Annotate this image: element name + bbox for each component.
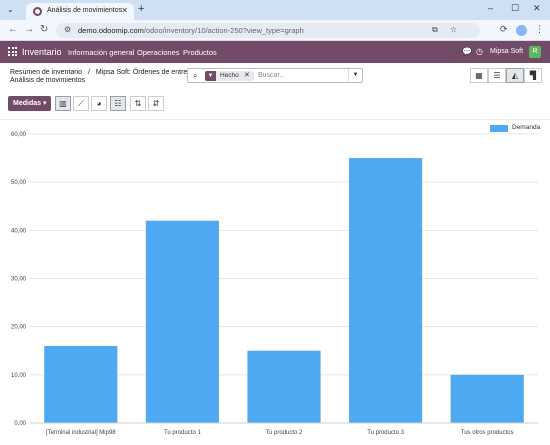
bar[interactable] <box>44 345 118 423</box>
reload-icon[interactable]: ↻ <box>40 24 48 35</box>
address-bar-row: ← → ↻ ⚙ demo.odoomip.com/odoo/inventory/… <box>0 20 550 41</box>
browser-tab[interactable]: Análisis de movimientos ✕ <box>26 3 134 20</box>
legend-label[interactable]: Demanda <box>512 124 540 131</box>
x-tick-label: Tu producto 1 <box>164 430 201 436</box>
extensions-icon[interactable]: ⟳ <box>500 24 508 35</box>
site-info-icon[interactable]: ⚙ <box>64 25 71 34</box>
control-panel: Resumen de inventario / Mipsa Soft: Órde… <box>0 63 550 119</box>
app-name[interactable]: Inventario <box>22 47 62 57</box>
y-tick-label: 10,00 <box>11 373 27 379</box>
install-app-icon[interactable]: ⧉ <box>432 25 438 35</box>
odoo-navbar: Inventario Información general Operacion… <box>0 41 550 63</box>
line-chart-icon[interactable]: ⟋ <box>73 96 89 111</box>
user-avatar[interactable]: R <box>529 46 541 58</box>
minimize-icon[interactable]: – <box>488 3 493 13</box>
y-tick-label: 0,00 <box>14 421 26 427</box>
facet-label: Hecho <box>220 72 239 79</box>
x-tick-label: Tu producto 2 <box>266 430 303 436</box>
search-options-chevron-icon[interactable]: ▼ <box>348 69 362 82</box>
page-title: Análisis de movimientos <box>10 77 86 84</box>
y-tick-label: 40,00 <box>11 228 27 234</box>
sort-ascending-icon[interactable]: ⇵ <box>148 96 164 111</box>
new-tab-icon[interactable]: + <box>138 3 144 15</box>
pie-chart-icon[interactable]: ◕ <box>91 96 107 111</box>
breadcrumb-resumen[interactable]: Resumen de inventario <box>10 69 82 76</box>
bar-chart-icon[interactable]: ▥ <box>55 96 71 111</box>
search-bar[interactable]: ⌕ ▼ Hecho ✕ Buscar... ▼ <box>187 68 363 83</box>
odoo-favicon-icon <box>33 7 42 16</box>
apps-menu-icon[interactable] <box>8 47 17 56</box>
bar[interactable] <box>247 350 321 423</box>
y-tick-label: 20,00 <box>11 325 27 331</box>
menu-productos[interactable]: Productos <box>183 48 217 57</box>
graph-view-icon[interactable]: ◭ <box>506 68 524 83</box>
bar[interactable] <box>450 374 524 423</box>
browser-tab-bar: ⌄ Análisis de movimientos ✕ + – ☐ ✕ <box>0 0 550 20</box>
stacked-icon[interactable]: ☷ <box>110 96 126 111</box>
breadcrumb: Resumen de inventario / Mipsa Soft: Órde… <box>10 69 195 76</box>
legend-swatch[interactable] <box>490 125 508 132</box>
close-tab-icon[interactable]: ✕ <box>121 6 128 15</box>
search-icon: ⌕ <box>193 71 198 80</box>
bar-chart: 0,00 10,00 20,00 30,00 40,00 50,00 60,00 [Termi… <box>11 132 538 436</box>
search-input[interactable]: Buscar... <box>258 72 285 79</box>
company-switcher[interactable]: Mipsa Soft <box>490 48 523 55</box>
chat-icon[interactable]: 💬 <box>462 47 472 56</box>
x-tick-label: Tus otros productos <box>461 430 514 436</box>
back-icon[interactable]: ← <box>8 24 18 35</box>
y-tick-label: 30,00 <box>11 277 27 283</box>
bar[interactable] <box>349 158 423 424</box>
remove-facet-icon[interactable]: ✕ <box>244 71 250 79</box>
bar[interactable] <box>145 220 219 423</box>
bookmark-star-icon[interactable]: ☆ <box>450 25 457 34</box>
measures-button[interactable]: Medidas ▾ <box>8 96 51 111</box>
x-tick-label: Tu producto 3 <box>367 430 404 436</box>
x-tick-label: [Terminal industrial] Mip98 <box>46 430 116 436</box>
sort-descending-icon[interactable]: ⇅ <box>130 96 146 111</box>
filter-icon: ▼ <box>205 71 216 81</box>
menu-informacion-general[interactable]: Información general <box>68 48 134 57</box>
y-tick-label: 60,00 <box>11 132 27 138</box>
list-view-icon[interactable]: ☰ <box>488 68 506 83</box>
pivot-view-icon[interactable]: ▦ <box>470 68 488 83</box>
url-text: demo.odoomip.com/odoo/inventory/10/actio… <box>78 26 304 35</box>
tab-list-chevron-icon[interactable]: ⌄ <box>7 5 14 14</box>
filter-facet: ▼ Hecho ✕ <box>205 71 254 81</box>
menu-operaciones[interactable]: Operaciones <box>137 48 180 57</box>
profile-icon[interactable] <box>516 25 527 36</box>
url-field[interactable]: ⚙ demo.odoomip.com/odoo/inventory/10/act… <box>56 23 480 38</box>
browser-menu-icon[interactable]: ⋮ <box>535 24 544 35</box>
maximize-icon[interactable]: ☐ <box>511 3 519 14</box>
breadcrumb-separator: / <box>87 69 90 76</box>
kanban-view-icon[interactable]: ▜ <box>524 68 542 83</box>
graph-area: 0,00 10,00 20,00 30,00 40,00 50,00 60,00 [Termi… <box>0 119 550 445</box>
forward-icon[interactable]: → <box>24 24 34 35</box>
y-tick-label: 50,00 <box>11 180 27 186</box>
activity-clock-icon[interactable]: ◷ <box>476 47 483 56</box>
close-window-icon[interactable]: ✕ <box>533 3 541 14</box>
breadcrumb-ordenes[interactable]: Mipsa Soft: Órdenes de entrega <box>96 69 195 76</box>
tab-title: Análisis de movimientos <box>47 7 123 14</box>
